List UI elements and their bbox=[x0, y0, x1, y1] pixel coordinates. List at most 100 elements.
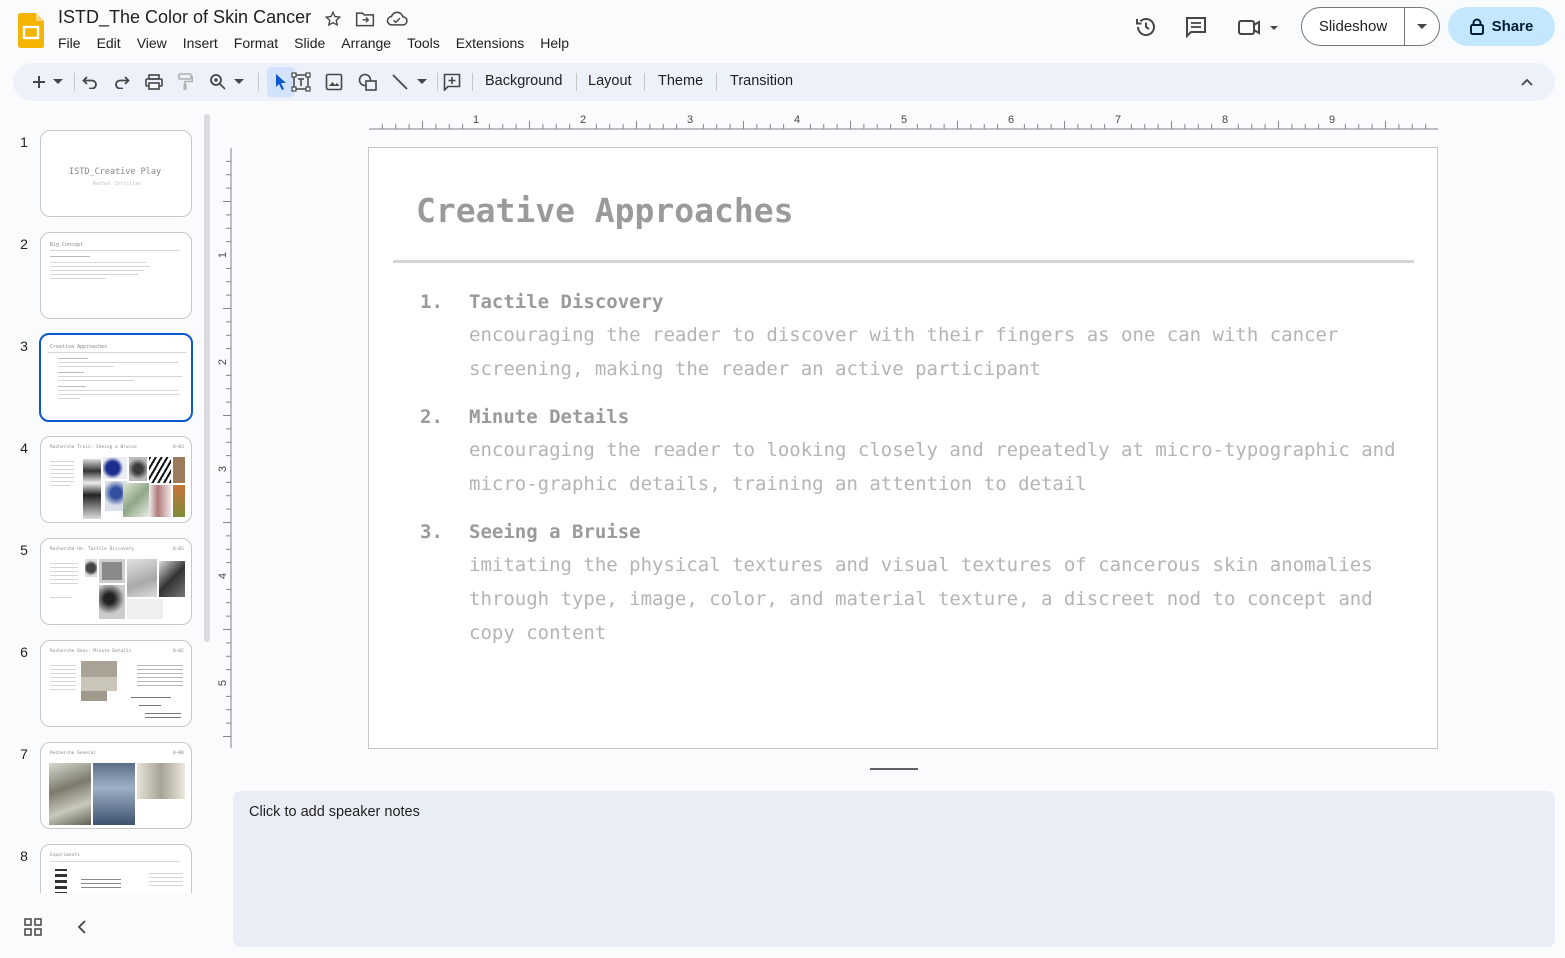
slide-thumbnail-8[interactable]: Experiments bbox=[40, 844, 192, 893]
slide-number: 2 bbox=[20, 236, 28, 252]
toolbar-divider bbox=[258, 73, 259, 91]
ruler-label: 7 bbox=[1115, 114, 1121, 126]
zoom-dropdown-icon[interactable] bbox=[232, 70, 246, 94]
menu-edit[interactable]: Edit bbox=[89, 33, 129, 53]
undo-icon[interactable] bbox=[78, 70, 102, 94]
thumb-text-line bbox=[50, 473, 74, 474]
list-item-body[interactable]: encouraging the reader to looking closel… bbox=[469, 433, 1399, 501]
thumb-text-line bbox=[137, 665, 183, 666]
new-slide-icon[interactable] bbox=[27, 70, 51, 94]
thumb-image bbox=[103, 457, 127, 479]
theme-button[interactable]: Theme bbox=[658, 73, 703, 89]
slideshow-button[interactable]: Slideshow bbox=[1302, 8, 1405, 45]
paint-format-icon[interactable] bbox=[173, 70, 197, 94]
menu-arrange[interactable]: Arrange bbox=[333, 33, 399, 53]
thumb-image bbox=[159, 561, 185, 597]
shape-icon[interactable] bbox=[356, 70, 380, 94]
thumb-text-line bbox=[58, 366, 114, 367]
thumb-text-line bbox=[50, 689, 76, 690]
thumb-subtitle: Rachel Christian bbox=[93, 181, 142, 187]
lock-icon bbox=[1469, 18, 1484, 35]
slides-logo-icon[interactable] bbox=[18, 13, 44, 48]
slide-canvas[interactable]: Creative Approaches 1. Tactile Discovery… bbox=[368, 147, 1438, 749]
document-title[interactable]: ISTD_The Color of Skin Cancer bbox=[58, 7, 311, 28]
layout-button[interactable]: Layout bbox=[588, 73, 632, 89]
thumb-text-line bbox=[50, 477, 74, 478]
star-icon[interactable] bbox=[322, 9, 344, 29]
list-number: 3. bbox=[420, 521, 443, 543]
list-item-heading[interactable]: Seeing a Bruise bbox=[469, 521, 641, 543]
menu-slide[interactable]: Slide bbox=[286, 33, 333, 53]
share-button[interactable]: Share bbox=[1448, 7, 1555, 46]
comments-icon[interactable] bbox=[1183, 14, 1209, 40]
slide-number: 8 bbox=[20, 848, 28, 864]
cloud-saved-icon[interactable] bbox=[386, 9, 408, 29]
slide-thumbnail-4[interactable]: Recherche Trois: Seeing a Bruise 8–03 bbox=[40, 436, 192, 523]
move-to-folder-icon[interactable] bbox=[354, 9, 376, 29]
transition-button[interactable]: Transition bbox=[730, 73, 793, 89]
menu-tools[interactable]: Tools bbox=[399, 33, 448, 53]
menu-help[interactable]: Help bbox=[532, 33, 577, 53]
list-item-heading[interactable]: Minute Details bbox=[469, 406, 629, 428]
line-icon[interactable] bbox=[388, 70, 412, 94]
speaker-notes-panel[interactable]: Click to add speaker notes bbox=[233, 791, 1555, 947]
collapse-toolbar-icon[interactable] bbox=[1515, 70, 1539, 94]
thumb-text-line bbox=[137, 669, 183, 670]
text-box-icon[interactable] bbox=[289, 70, 313, 94]
version-history-icon[interactable] bbox=[1133, 14, 1159, 40]
vertical-ruler[interactable]: 1 2 3 4 5 bbox=[214, 148, 232, 748]
slide-thumbnail-7[interactable]: Recherche General 8–00 bbox=[40, 742, 192, 829]
collapse-filmstrip-icon[interactable] bbox=[74, 918, 90, 936]
slide-thumbnail-3[interactable]: Creative Approaches bbox=[39, 333, 193, 422]
line-dropdown-icon[interactable] bbox=[415, 70, 429, 94]
thumb-image bbox=[149, 457, 171, 483]
thumb-image bbox=[127, 559, 157, 597]
list-item-body[interactable]: imitating the physical textures and visu… bbox=[469, 548, 1399, 650]
thumb-title: Recherche General bbox=[50, 751, 97, 756]
thumb-image bbox=[81, 677, 117, 691]
print-icon[interactable] bbox=[142, 70, 166, 94]
speaker-notes-placeholder[interactable]: Click to add speaker notes bbox=[249, 804, 420, 820]
thumb-text-line bbox=[58, 372, 84, 373]
slide-thumbnail-2[interactable]: Big Concept bbox=[40, 232, 192, 319]
share-label: Share bbox=[1491, 18, 1534, 35]
thumb-image bbox=[99, 559, 125, 583]
list-item-body[interactable]: encouraging the reader to discover with … bbox=[469, 318, 1399, 386]
ruler-label: 2 bbox=[580, 114, 586, 126]
slide-thumbnail-6[interactable]: Recherche Deux: Minute Details 8–02 bbox=[40, 640, 192, 727]
slide-number: 5 bbox=[20, 542, 28, 558]
redo-icon[interactable] bbox=[110, 70, 134, 94]
notes-resize-handle[interactable] bbox=[870, 768, 918, 770]
zoom-icon[interactable] bbox=[206, 70, 230, 94]
thumb-text-line bbox=[50, 681, 76, 682]
thumb-text-line bbox=[149, 873, 183, 874]
meet-camera-icon[interactable] bbox=[1237, 14, 1283, 40]
thumb-image bbox=[81, 691, 107, 701]
toolbar-divider bbox=[472, 73, 473, 91]
filmstrip-scrollbar[interactable] bbox=[204, 114, 210, 642]
background-button[interactable]: Background bbox=[485, 73, 562, 89]
menu-insert[interactable]: Insert bbox=[175, 33, 226, 53]
ruler-label: 6 bbox=[1008, 114, 1014, 126]
thumb-text-line bbox=[81, 887, 121, 888]
thumb-text-line bbox=[50, 465, 74, 466]
slideshow-dropdown-icon[interactable] bbox=[1405, 8, 1439, 45]
thumb-text-line bbox=[50, 685, 76, 686]
image-icon[interactable] bbox=[322, 70, 346, 94]
menu-format[interactable]: Format bbox=[226, 33, 286, 53]
slide-thumbnail-5[interactable]: Recherche Un: Tactile Discovery 8–05 bbox=[40, 538, 192, 625]
horizontal-ruler[interactable]: 1 2 3 4 5 6 7 8 9 bbox=[369, 112, 1438, 130]
slide-thumbnail-1[interactable]: ISTD_Creative Play Rachel Christian bbox=[40, 130, 192, 217]
add-comment-icon[interactable] bbox=[440, 70, 464, 94]
toolbar: Background Layout Theme Transition bbox=[13, 63, 1555, 101]
list-item-heading[interactable]: Tactile Discovery bbox=[469, 291, 663, 313]
menu-extensions[interactable]: Extensions bbox=[448, 33, 532, 53]
thumb-text-line bbox=[149, 885, 183, 886]
menu-view[interactable]: View bbox=[129, 33, 175, 53]
new-slide-dropdown-icon[interactable] bbox=[51, 70, 65, 94]
grid-view-icon[interactable] bbox=[24, 918, 42, 936]
slide-title[interactable]: Creative Approaches bbox=[416, 191, 794, 230]
menu-file[interactable]: File bbox=[50, 33, 89, 53]
ruler-label: 3 bbox=[687, 114, 693, 126]
slide-number: 6 bbox=[20, 644, 28, 660]
